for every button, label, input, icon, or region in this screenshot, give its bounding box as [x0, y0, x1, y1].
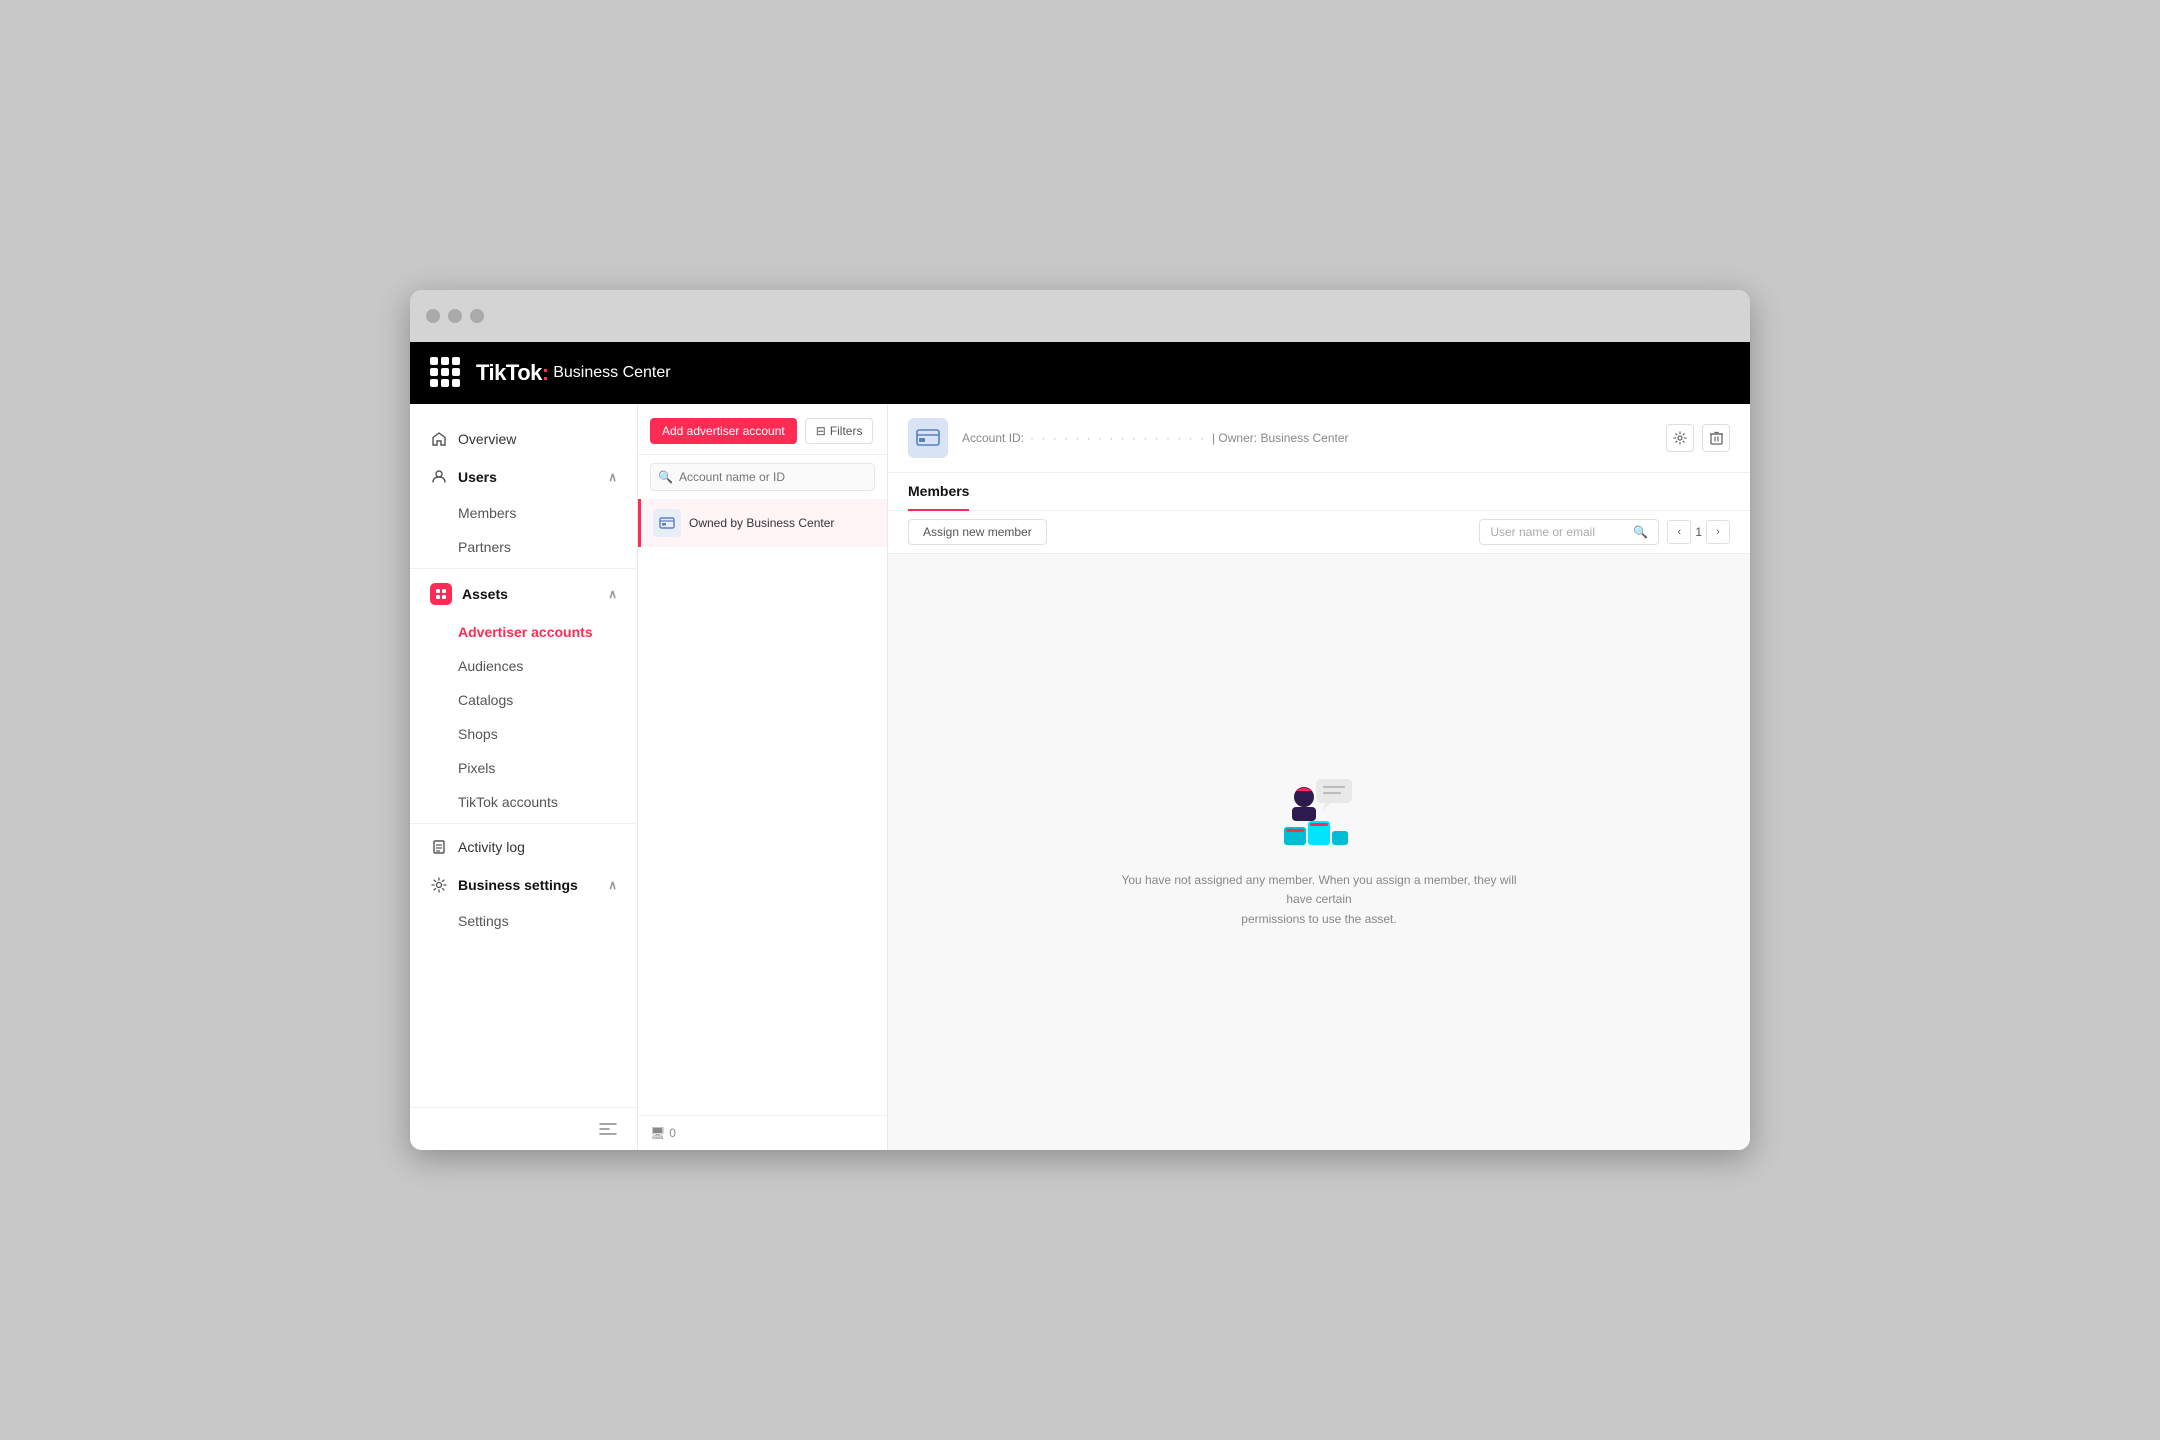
right-panel-toolbar: Assign new member User name or email 🔍 ‹…: [888, 511, 1750, 554]
user-search-box[interactable]: User name or email 🔍: [1479, 519, 1659, 545]
sidebar-item-overview[interactable]: Overview: [410, 420, 637, 458]
sidebar-divider-2: [410, 823, 637, 824]
collapse-icon[interactable]: [599, 1120, 617, 1138]
activity-icon: [430, 838, 448, 856]
brand-dot-separator: :: [542, 360, 549, 386]
assign-new-member-button[interactable]: Assign new member: [908, 519, 1047, 545]
account-large-icon: [908, 418, 948, 458]
browser-chrome: [410, 290, 1750, 342]
tab-members[interactable]: Members: [908, 473, 969, 511]
account-id-dots: · · · · · · · · · · · · · · · ·: [1030, 431, 1206, 445]
right-panel: Account ID: · · · · · · · · · · · · · · …: [888, 404, 1750, 1150]
sidebar-users-label: Users: [458, 469, 497, 485]
browser-window: TikTok : Business Center Ove: [410, 290, 1750, 1150]
sidebar-item-business-settings[interactable]: Business settings ∧: [410, 866, 637, 904]
browser-dot-red: [426, 309, 440, 323]
sidebar-assets-label: Assets: [462, 586, 508, 602]
brand-tiktok-text: TikTok: [476, 360, 542, 386]
pagination: ‹ 1 ›: [1667, 520, 1730, 544]
sidebar-nav: Overview Users ∧ M: [410, 404, 637, 1107]
middle-list-empty: [638, 547, 887, 1115]
add-advertiser-account-button[interactable]: Add advertiser account: [650, 418, 797, 444]
business-settings-label: Business settings: [458, 877, 578, 893]
account-list-item[interactable]: Owned by Business Center: [638, 499, 887, 547]
page-number: 1: [1695, 525, 1702, 539]
account-header-info: Account ID: · · · · · · · · · · · · · · …: [962, 431, 1652, 445]
empty-illustration: [1274, 775, 1364, 855]
toolbar-right: User name or email 🔍 ‹ 1 ›: [1479, 519, 1730, 545]
sidebar-sub-item-catalogs[interactable]: Catalogs: [410, 683, 637, 717]
filter-icon: ⊟: [816, 424, 826, 438]
audiences-label: Audiences: [458, 658, 523, 674]
sidebar-sub-item-members[interactable]: Members: [410, 496, 637, 530]
empty-state: You have not assigned any member. When y…: [1109, 775, 1529, 929]
middle-header: Add advertiser account ⊟ Filters: [638, 404, 887, 455]
delete-button[interactable]: [1702, 424, 1730, 452]
account-id-row: Account ID: · · · · · · · · · · · · · · …: [962, 431, 1652, 445]
assets-icon: [430, 583, 452, 605]
members-label: Members: [458, 505, 516, 521]
catalogs-label: Catalogs: [458, 692, 513, 708]
right-panel-content: You have not assigned any member. When y…: [888, 554, 1750, 1150]
account-settings-button[interactable]: [1666, 424, 1694, 452]
account-item-label: Owned by Business Center: [689, 516, 834, 530]
settings-chevron-up-icon: ∧: [608, 878, 617, 892]
sidebar-sub-item-advertiser-accounts[interactable]: Advertiser accounts: [410, 615, 637, 649]
settings-label: Settings: [458, 913, 509, 929]
next-page-button[interactable]: ›: [1706, 520, 1730, 544]
sidebar-sub-item-partners[interactable]: Partners: [410, 530, 637, 564]
search-icon: 🔍: [658, 470, 673, 484]
middle-panel: Add advertiser account ⊟ Filters 🔍: [638, 404, 888, 1150]
activity-log-label: Activity log: [458, 839, 525, 855]
prev-page-button[interactable]: ‹: [1667, 520, 1691, 544]
header-actions: [1666, 424, 1730, 452]
shops-label: Shops: [458, 726, 498, 742]
right-panel-tabs: Members: [888, 473, 1750, 511]
sidebar-sub-item-settings[interactable]: Settings: [410, 904, 637, 938]
filter-button[interactable]: ⊟ Filters: [805, 418, 874, 444]
brand-logo: TikTok : Business Center: [476, 360, 671, 386]
owner-label: | Owner: Business Center: [1212, 431, 1349, 445]
footer-count: 0: [669, 1126, 676, 1140]
sidebar-item-activity-log[interactable]: Activity log: [410, 828, 637, 866]
advertiser-accounts-label: Advertiser accounts: [458, 624, 593, 640]
browser-dot-yellow: [448, 309, 462, 323]
sidebar-sub-item-audiences[interactable]: Audiences: [410, 649, 637, 683]
sidebar-sub-item-pixels[interactable]: Pixels: [410, 751, 637, 785]
empty-state-message: You have not assigned any member. When y…: [1109, 871, 1529, 929]
middle-footer: 🖥 0: [638, 1115, 887, 1150]
right-panel-header: Account ID: · · · · · · · · · · · · · · …: [888, 404, 1750, 473]
sidebar-footer: [410, 1107, 637, 1150]
sidebar-item-users[interactable]: Users ∧: [410, 458, 637, 496]
search-box: 🔍: [650, 463, 875, 491]
account-item-icon: [653, 509, 681, 537]
pixels-label: Pixels: [458, 760, 495, 776]
account-id-label: Account ID:: [962, 431, 1024, 445]
user-search-placeholder: User name or email: [1490, 525, 1595, 539]
sidebar-sub-item-tiktok-accounts[interactable]: TikTok accounts: [410, 785, 637, 819]
main-layout: Overview Users ∧ M: [410, 404, 1750, 1150]
sidebar-overview-label: Overview: [458, 431, 516, 447]
top-nav: TikTok : Business Center: [410, 342, 1750, 404]
grid-menu-icon[interactable]: [430, 357, 462, 389]
sidebar-divider-1: [410, 568, 637, 569]
home-icon: [430, 430, 448, 448]
user-search-icon: 🔍: [1633, 525, 1648, 539]
browser-dot-green: [470, 309, 484, 323]
assets-chevron-up-icon: ∧: [608, 587, 617, 601]
sidebar-item-assets[interactable]: Assets ∧: [410, 573, 637, 615]
partners-label: Partners: [458, 539, 511, 555]
user-icon: [430, 468, 448, 486]
gear-icon: [430, 876, 448, 894]
app-container: TikTok : Business Center Ove: [410, 342, 1750, 1150]
monitor-icon: 🖥: [650, 1126, 665, 1140]
chevron-up-icon: ∧: [608, 470, 617, 484]
account-search-input[interactable]: [650, 463, 875, 491]
tiktok-accounts-label: TikTok accounts: [458, 794, 558, 810]
sidebar-sub-item-shops[interactable]: Shops: [410, 717, 637, 751]
brand-bc-text: Business Center: [553, 364, 670, 382]
sidebar: Overview Users ∧ M: [410, 404, 638, 1150]
